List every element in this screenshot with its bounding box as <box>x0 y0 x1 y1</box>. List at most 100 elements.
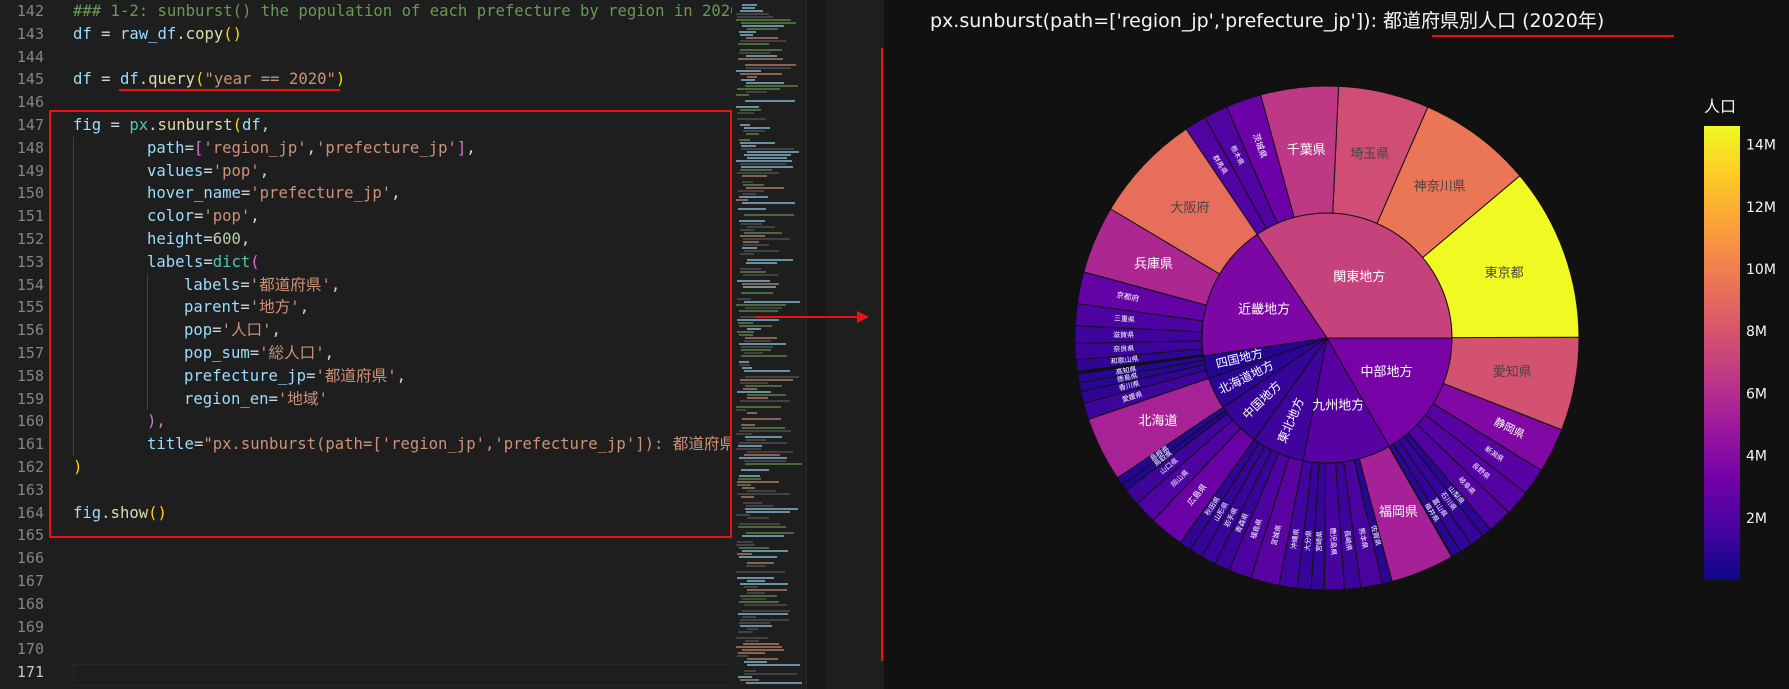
minimap-line <box>741 79 755 81</box>
minimap-line <box>739 343 786 345</box>
line-number: 151 <box>16 207 44 226</box>
sunburst-label: 福岡県 <box>1379 505 1418 520</box>
minimap-line <box>743 388 757 390</box>
minimap-line <box>739 364 750 366</box>
minimap-line <box>738 631 753 633</box>
minimap-line <box>739 442 787 444</box>
minimap[interactable] <box>732 0 806 689</box>
minimap-line <box>747 658 778 660</box>
line-number: 144 <box>16 47 44 66</box>
underline-annotation <box>119 89 340 91</box>
minimap-line <box>740 268 761 270</box>
minimap-line <box>742 550 788 552</box>
minimap-line <box>741 496 754 498</box>
sunburst-label: 神奈川県 <box>1414 179 1466 194</box>
minimap-line <box>736 409 746 411</box>
minimap-line <box>745 508 798 510</box>
minimap-line <box>747 580 765 582</box>
minimap-line <box>746 439 766 441</box>
minimap-line <box>742 367 752 369</box>
line-number: 160 <box>16 412 44 431</box>
minimap-line <box>744 604 787 606</box>
code-editor[interactable]: 142 143 144 145 146 147 148 149 150 151 152 153 154 1… <box>0 0 732 689</box>
minimap-line <box>737 484 751 486</box>
minimap-line <box>744 586 758 588</box>
minimap-line <box>747 328 761 330</box>
minimap-line <box>742 616 756 618</box>
minimap-line <box>741 346 773 348</box>
minimap-line <box>738 445 762 447</box>
minimap-line <box>739 52 770 54</box>
minimap-line <box>745 64 796 66</box>
minimap-line <box>743 238 790 240</box>
current-line-highlight <box>73 664 732 686</box>
minimap-line <box>742 427 785 429</box>
minimap-line <box>738 652 765 654</box>
minimap-line <box>741 223 762 225</box>
minimap-line <box>736 406 781 408</box>
line-number: 147 <box>16 116 44 134</box>
line-number: 152 <box>16 230 44 248</box>
minimap-line <box>737 391 771 393</box>
minimap-line <box>740 400 790 402</box>
minimap-line <box>741 424 755 426</box>
sunburst-label: 奈良県 <box>1113 344 1134 354</box>
minimap-line <box>745 337 777 339</box>
minimap-line <box>747 592 765 594</box>
sunburst-label: 大分県 <box>1303 530 1314 552</box>
minimap-line <box>743 244 769 246</box>
line-number: 164 <box>16 503 44 522</box>
minimap-line <box>742 181 753 183</box>
sunburst-label: 千葉県 <box>1287 143 1326 158</box>
sunburst-label: 北海道 <box>1138 414 1177 429</box>
panel-divider[interactable] <box>806 0 827 689</box>
minimap-line <box>737 280 770 282</box>
minimap-line <box>740 109 761 111</box>
code-line-145: df = df.query("year == 2020") <box>73 70 346 89</box>
minimap-line <box>743 130 765 132</box>
minimap-line <box>744 670 756 672</box>
line-number: 159 <box>16 389 44 408</box>
minimap-line <box>737 118 766 120</box>
minimap-line <box>737 577 774 579</box>
sunburst-chart[interactable]: 東京都神奈川県埼玉県千葉県茨城県栃木県群馬県関東地方大阪府兵庫県京都府三重県滋賀… <box>884 0 1789 689</box>
minimap-line <box>747 490 776 492</box>
minimap-line <box>742 418 781 420</box>
minimap-line <box>737 553 752 555</box>
minimap-line <box>747 151 799 153</box>
minimap-line <box>742 193 756 195</box>
minimap-line <box>739 457 787 459</box>
minimap-line <box>746 511 790 513</box>
minimap-line <box>736 19 791 21</box>
minimap-line <box>742 487 755 489</box>
colorbar-tick-label: 2M <box>1746 511 1767 527</box>
line-number: 154 <box>16 275 44 294</box>
sunburst-label: 大阪府 <box>1171 201 1210 216</box>
minimap-line <box>741 355 787 357</box>
line-number: 157 <box>16 344 44 362</box>
output-panel: px.sunburst(path=['region_jp','prefectur… <box>884 0 1789 689</box>
line-number: 149 <box>16 161 44 180</box>
line-number: 168 <box>16 594 44 613</box>
minimap-line <box>741 292 773 294</box>
code-line-143: df = raw_df.copy() <box>73 24 243 43</box>
line-number: 163 <box>16 480 44 499</box>
minimap-line <box>745 85 798 87</box>
colorbar <box>1704 126 1740 580</box>
minimap-line <box>739 334 753 336</box>
minimap-line <box>736 448 761 450</box>
minimap-line <box>744 214 794 216</box>
minimap-line <box>742 25 784 27</box>
minimap-line <box>736 70 761 72</box>
line-number: 161 <box>16 435 44 454</box>
minimap-line <box>737 298 751 300</box>
minimap-line <box>739 547 769 549</box>
colorbar-tick-label: 10M <box>1746 262 1776 278</box>
minimap-line <box>747 451 793 453</box>
minimap-line <box>740 142 775 144</box>
minimap-line <box>742 649 784 651</box>
line-number: 150 <box>16 184 44 203</box>
minimap-line <box>747 157 787 159</box>
minimap-line <box>738 322 753 324</box>
minimap-line <box>737 112 754 114</box>
